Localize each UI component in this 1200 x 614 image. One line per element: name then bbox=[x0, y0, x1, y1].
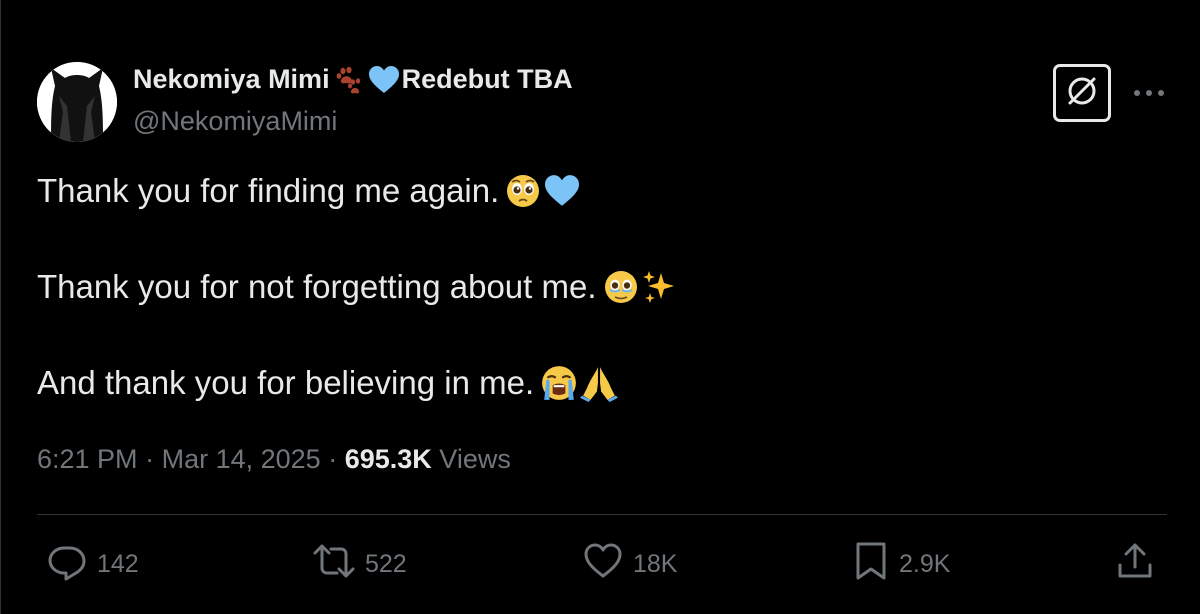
avatar[interactable] bbox=[37, 62, 117, 142]
tweet-line-text: And thank you for believing in me. bbox=[37, 364, 535, 401]
more-icon bbox=[1133, 84, 1165, 102]
tweet-time[interactable]: 6:21 PM bbox=[37, 444, 138, 474]
tweet-meta: 6:21 PM · Mar 14, 2025 · 695.3K Views bbox=[37, 444, 511, 475]
tweet-line-text: Thank you for not forgetting about me. bbox=[37, 268, 597, 305]
display-name[interactable]: Nekomiya Mimi Redebut TBA bbox=[133, 64, 573, 95]
tweet-date[interactable]: Mar 14, 2025 bbox=[162, 444, 321, 474]
share-button[interactable] bbox=[1115, 543, 1155, 584]
share-icon bbox=[1115, 541, 1155, 588]
sparkles-emoji bbox=[641, 269, 677, 305]
display-name-text: Nekomiya Mimi bbox=[133, 64, 330, 94]
bookmark-button[interactable]: 2.9K bbox=[853, 542, 951, 584]
bookmark-count: 2.9K bbox=[899, 549, 951, 578]
face-holding-back-tears-emoji bbox=[603, 269, 639, 305]
pleading-face-emoji bbox=[505, 173, 541, 209]
reply-count: 142 bbox=[97, 549, 139, 578]
tweet-text-line: Thank you for not forgetting about me. bbox=[37, 268, 677, 306]
tweet-text-line: And thank you for believing in me. bbox=[37, 364, 619, 402]
views-count[interactable]: 695.3K bbox=[345, 444, 432, 474]
tweet-line-text: Thank you for finding me again. bbox=[37, 172, 500, 209]
reply-button[interactable]: 142 bbox=[47, 544, 139, 584]
reply-icon bbox=[47, 541, 87, 588]
like-button[interactable]: 18K bbox=[583, 543, 678, 584]
tweet-text-line: Thank you for finding me again. bbox=[37, 172, 581, 210]
like-count: 18K bbox=[633, 549, 678, 578]
more-button[interactable] bbox=[1131, 78, 1167, 108]
bookmark-icon bbox=[853, 541, 889, 588]
paw-prints-emoji bbox=[334, 65, 364, 95]
folded-hands-emoji bbox=[580, 364, 619, 402]
views-label: Views bbox=[439, 444, 511, 474]
grok-icon bbox=[1064, 73, 1100, 114]
repost-button[interactable]: 522 bbox=[313, 544, 407, 584]
repost-icon bbox=[313, 541, 355, 588]
repost-count: 522 bbox=[365, 549, 407, 578]
light-blue-heart-emoji bbox=[368, 65, 400, 95]
display-name-suffix: Redebut TBA bbox=[401, 64, 573, 94]
like-icon bbox=[583, 541, 623, 588]
loudly-crying-face-emoji bbox=[540, 364, 578, 402]
user-handle[interactable]: @NekomiyaMimi bbox=[133, 106, 337, 137]
divider bbox=[37, 514, 1167, 515]
meta-separator: · bbox=[328, 444, 345, 474]
light-blue-heart-emoji bbox=[543, 174, 581, 208]
meta-separator: · bbox=[145, 444, 162, 474]
grok-button[interactable] bbox=[1053, 64, 1111, 122]
tweet-card: Nekomiya Mimi Redebut TBA @NekomiyaMimi … bbox=[0, 0, 1200, 614]
